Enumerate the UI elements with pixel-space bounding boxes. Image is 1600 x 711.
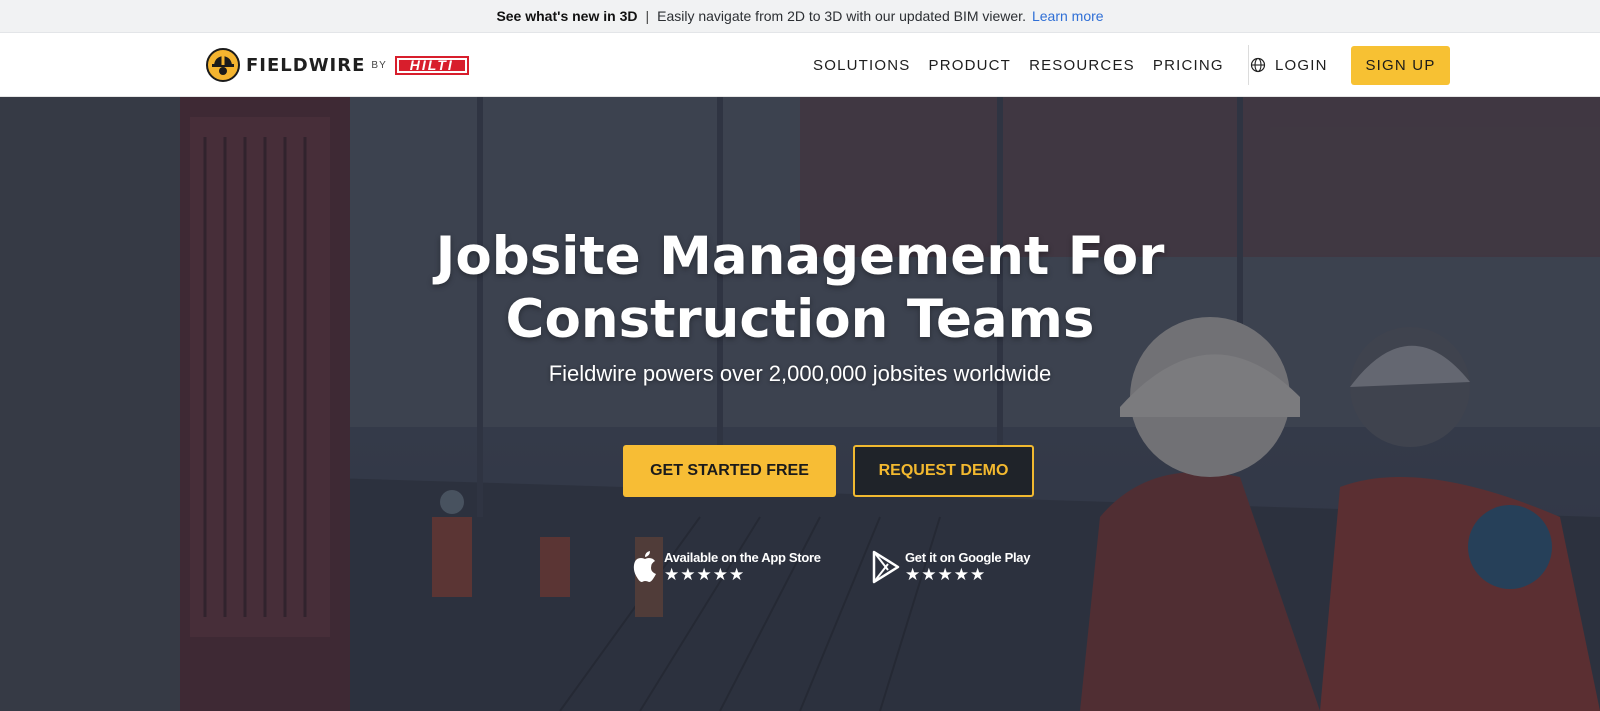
nav-solutions[interactable]: SOLUTIONS (813, 57, 910, 74)
login-link[interactable]: LOGIN (1275, 33, 1328, 97)
header-divider (1248, 45, 1249, 85)
fieldwire-logo[interactable]: FIELDWIRE BY HILTI (206, 48, 469, 82)
hilti-logo: HILTI (394, 55, 469, 75)
hero-title-line-2: Construction Teams (505, 289, 1095, 350)
main-nav: SOLUTIONS PRODUCT RESOURCES PRICING (813, 33, 1266, 97)
google-play-stars: ★★★★★ (905, 565, 987, 584)
learn-more-link[interactable]: Learn more (1032, 8, 1104, 24)
hero-title-line-1: Jobsite Management For (435, 226, 1165, 287)
get-started-free-button[interactable]: GET STARTED FREE (623, 445, 836, 497)
sign-up-button[interactable]: SIGN UP (1351, 46, 1450, 85)
nav-product[interactable]: PRODUCT (928, 57, 1011, 74)
app-store-stars: ★★★★★ (664, 565, 746, 584)
announcement-bar: See what's new in 3D | Easily navigate f… (0, 0, 1600, 33)
brand-by: BY (371, 59, 387, 71)
hardhat-logo-icon (206, 48, 240, 82)
hero-subtitle: Fieldwire powers over 2,000,000 jobsites… (548, 361, 1052, 386)
apple-icon (633, 551, 656, 582)
app-store-label: Available on the App Store (664, 550, 821, 565)
site-header: FIELDWIRE BY HILTI SOLUTIONS PRODUCT RES… (0, 33, 1600, 97)
nav-resources[interactable]: RESOURCES (1029, 57, 1135, 74)
app-store-badge[interactable]: Available on the App Store ★★★★★ (630, 550, 821, 585)
google-play-badge[interactable]: Get it on Google Play ★★★★★ (871, 550, 1030, 585)
hero-overlay (0, 97, 1600, 711)
nav-pricing[interactable]: PRICING (1153, 57, 1224, 74)
request-demo-button[interactable]: REQUEST DEMO (853, 445, 1034, 497)
globe-icon[interactable] (1250, 57, 1266, 73)
announcement-text: Easily navigate from 2D to 3D with our u… (657, 8, 1026, 24)
hero-section: Jobsite Management For Construction Team… (0, 97, 1600, 711)
announcement-separator: | (645, 8, 650, 24)
brand-name: FIELDWIRE (246, 54, 366, 76)
google-play-label: Get it on Google Play (905, 550, 1031, 565)
announcement-headline: See what's new in 3D (496, 8, 638, 24)
google-play-icon (872, 550, 900, 584)
hero-title: Jobsite Management For Construction Team… (0, 225, 1600, 351)
